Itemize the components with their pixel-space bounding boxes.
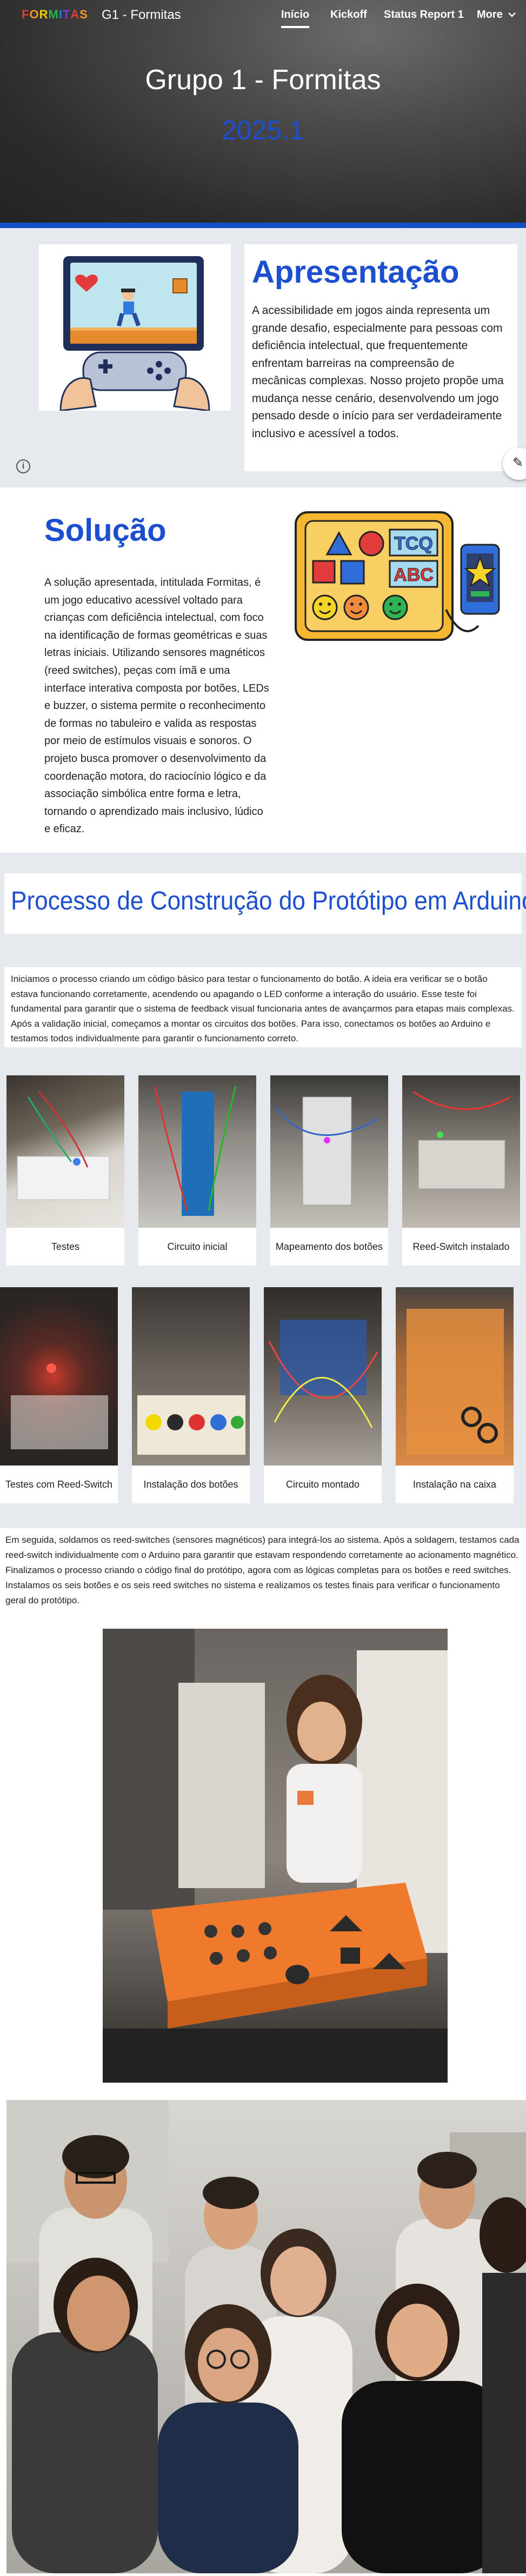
pencil-icon: ✎ [512, 456, 524, 470]
photo-testes-reed-switch [0, 1287, 118, 1466]
caption-circuito-inicial: Circuito inicial [138, 1228, 256, 1266]
shape-board-illustration: TCQ ABC [289, 501, 510, 651]
chevron-down-icon [508, 12, 516, 17]
nav-item-status-report-1[interactable]: Status Report 1 [384, 9, 464, 21]
page-subtitle: 2025.1 [222, 115, 304, 145]
logo-letter: I [58, 8, 63, 21]
site-logo[interactable]: FORMITAS [22, 8, 88, 22]
photo-reed-switch-instalado [402, 1075, 520, 1228]
solucao-text: A solução apresentada, intitulada Formit… [44, 577, 269, 835]
apresentacao-title: Apresentação [252, 255, 460, 290]
photo-testes [6, 1075, 124, 1228]
logo-letter: O [29, 8, 39, 21]
nav-item-kickoff[interactable]: Kickoff [330, 9, 367, 21]
photo-child-playing-prototype [103, 1629, 448, 2083]
logo-letter: A [70, 8, 80, 21]
hero-banner [0, 0, 526, 223]
caption-instalacao-botoes: Instalação dos botões [132, 1466, 250, 1503]
site-name[interactable]: G1 - Formitas [102, 8, 181, 23]
nav-item-more[interactable]: More [477, 9, 516, 21]
solucao-title: Solução [44, 513, 167, 548]
logo-letter: M [48, 8, 59, 21]
apresentacao-card: Apresentação A acessibilidade em jogos a… [244, 244, 517, 471]
arduino-intro-text: Iniciamos o processo criando um código b… [11, 974, 515, 1044]
caption-reed-switch-instalado: Reed-Switch instalado [402, 1228, 520, 1266]
caption-testes-reed-switch: Testes com Reed-Switch [0, 1466, 118, 1503]
board-letters-row2: ABC [394, 565, 434, 585]
arduino-followup-box: Em seguida, soldamos os reed-switches (s… [0, 1528, 526, 1620]
logo-letter: T [62, 8, 71, 21]
photo-mapeamento-botoes [270, 1075, 388, 1228]
caption-instalacao-caixa: Instalação na caixa [396, 1466, 514, 1503]
caption-testes: Testes [6, 1228, 124, 1266]
photo-instalacao-caixa [396, 1287, 514, 1466]
photo-circuito-montado [264, 1287, 382, 1466]
logo-letter: S [79, 8, 88, 21]
arduino-intro-box: Iniciamos o processo criando um código b… [4, 967, 522, 1047]
photo-instalacao-botoes [132, 1287, 250, 1466]
nav-item-inicio[interactable]: Início [281, 9, 310, 28]
game-controller-illustration [39, 244, 231, 412]
arduino-title: Processo de Construção do Protótipo em A… [11, 887, 526, 915]
hero-divider [0, 223, 526, 228]
logo-letter: F [22, 8, 30, 21]
page-title: Grupo 1 - Formitas [145, 64, 381, 96]
photo-team-group [6, 2100, 526, 2573]
info-icon[interactable]: i [16, 459, 30, 473]
arduino-followup-text: Em seguida, soldamos os reed-switches (s… [5, 1535, 520, 1606]
board-letters-row1: TCQ [394, 533, 433, 554]
top-nav: Início Kickoff Status Report 1 More [281, 9, 519, 30]
apresentacao-text: A acessibilidade em jogos ainda represen… [252, 304, 504, 440]
caption-mapeamento-botoes: Mapeamento dos botões [270, 1228, 388, 1266]
logo-letter: R [39, 8, 49, 21]
caption-circuito-montado: Circuito montado [264, 1466, 382, 1503]
nav-more-label: More [477, 9, 503, 21]
photo-circuito-inicial [138, 1075, 256, 1228]
